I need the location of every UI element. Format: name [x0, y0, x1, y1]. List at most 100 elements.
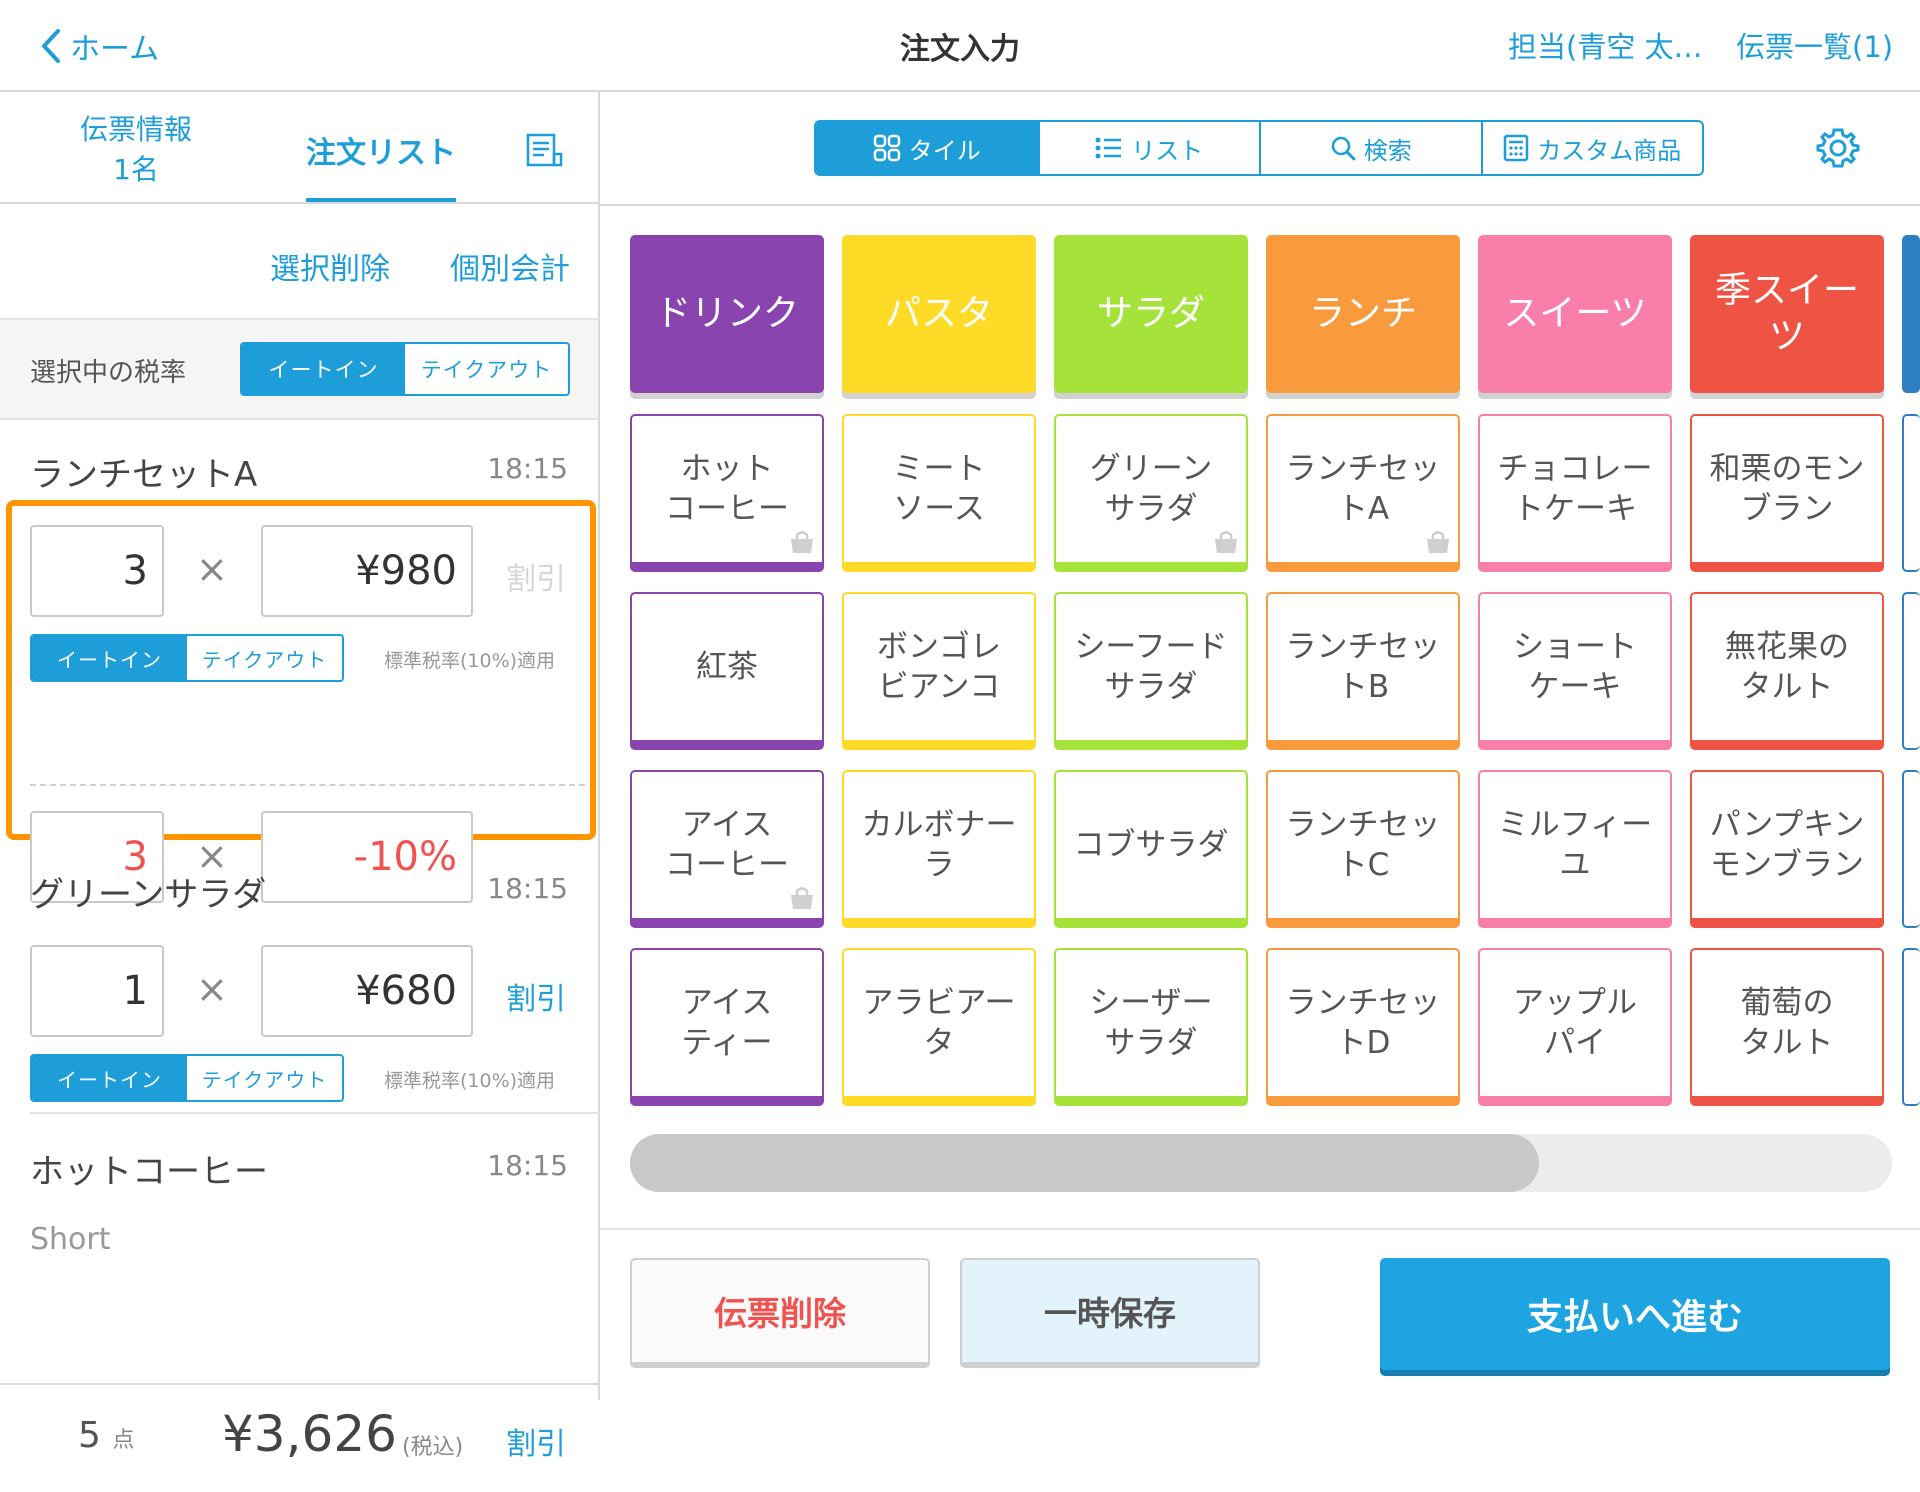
eat-in-option[interactable]: イートイン [32, 636, 187, 680]
category-tile[interactable]: 季スイーツ [1690, 235, 1884, 393]
view-tile-tab[interactable]: タイル [816, 122, 1038, 174]
list-icon [1095, 137, 1122, 159]
product-tile[interactable]: チョコレー トケーキ [1478, 414, 1672, 572]
search-icon [1331, 136, 1356, 161]
proceed-to-payment-button[interactable]: 支払いへ進む [1380, 1258, 1890, 1370]
product-name-line1: ホット [680, 451, 774, 487]
discount-button-disabled: 割引 [506, 562, 566, 597]
category-tile[interactable]: スイーツ [1478, 235, 1672, 393]
product-name-line2: ソース [893, 491, 985, 527]
price-field[interactable]: ¥980 [261, 525, 473, 617]
product-tile[interactable]: 和栗のモン ブラン [1690, 414, 1884, 572]
category-tile-offscreen[interactable] [1902, 948, 1920, 1106]
product-name-line1: 紅茶 [696, 649, 758, 685]
product-name-line2: コーヒー [665, 847, 789, 883]
view-search-tab[interactable]: 検索 [1259, 122, 1481, 174]
discount-value-field[interactable]: -10% [261, 811, 473, 903]
product-tile[interactable]: アラビアータ [842, 948, 1036, 1106]
item-tax-toggle[interactable]: イートイン テイクアウト [30, 1054, 344, 1102]
product-tile[interactable]: ランチセッ トD [1266, 948, 1460, 1106]
item-tax-toggle[interactable]: イートイン テイクアウト [30, 634, 344, 682]
product-tile[interactable]: ランチセッ トB [1266, 592, 1460, 750]
category-tile[interactable]: サラダ [1054, 235, 1248, 393]
category-tile-offscreen[interactable] [1902, 235, 1920, 393]
product-tile[interactable]: アイス コーヒー [630, 770, 824, 928]
order-item-name[interactable]: グリーンサラダ [30, 867, 266, 916]
slip-list-link[interactable]: 伝票一覧(1) [1736, 24, 1893, 66]
category-tile-offscreen[interactable] [1902, 770, 1920, 928]
product-tile[interactable]: シーフード サラダ [1054, 592, 1248, 750]
order-item-name[interactable]: ランチセットA [30, 447, 257, 496]
eat-in-option[interactable]: イートイン [32, 1056, 187, 1100]
order-item-name[interactable]: ホットコーヒー [30, 1144, 268, 1193]
price-field[interactable]: ¥680 [261, 945, 473, 1037]
takeout-option[interactable]: テイクアウト [187, 636, 342, 680]
product-name-line1: アイス [681, 807, 773, 843]
split-payment-button[interactable]: 個別会計 [450, 244, 570, 288]
eat-in-option[interactable]: イートイン [242, 344, 405, 394]
product-tile[interactable]: コブサラダ [1054, 770, 1248, 928]
product-name-line2: サラダ [1104, 1025, 1198, 1061]
category-tile[interactable]: ドリンク [630, 235, 824, 393]
tab-slip-info[interactable]: 伝票情報 1名 [56, 110, 216, 190]
product-tile[interactable]: ランチセッ トC [1266, 770, 1460, 928]
product-tile[interactable]: ボンゴレ ビアンコ [842, 592, 1036, 750]
category-tile[interactable]: ランチ [1266, 235, 1460, 393]
total-discount-button[interactable]: 割引 [506, 1419, 566, 1463]
product-tile[interactable]: アップル パイ [1478, 948, 1672, 1106]
product-tile[interactable]: 無花果の タルト [1690, 592, 1884, 750]
product-tile[interactable]: ホット コーヒー [630, 414, 824, 572]
product-name-line1: ランチセッ [1285, 451, 1441, 487]
product-name-line1: パンプキン [1709, 807, 1865, 843]
product-tile[interactable]: パンプキン モンブラン [1690, 770, 1884, 928]
view-list-tab[interactable]: リスト [1037, 122, 1260, 174]
takeout-bag-icon [1215, 531, 1237, 553]
view-mode-toggle[interactable]: タイル リスト 検索 カスタム商品 [814, 120, 1704, 176]
product-tile[interactable]: グリーン サラダ [1054, 414, 1248, 572]
takeout-option[interactable]: テイクアウト [405, 344, 568, 394]
item-count: 5 点 [78, 1415, 134, 1456]
product-tile[interactable]: ミート ソース [842, 414, 1036, 572]
discount-button[interactable]: 割引 [506, 974, 566, 1018]
gear-icon[interactable] [1816, 126, 1860, 170]
category-tile-offscreen[interactable] [1902, 414, 1920, 572]
quantity-field[interactable]: 3 [30, 525, 164, 617]
order-item-time: 18:15 [487, 452, 568, 485]
tile-scrollbar[interactable] [630, 1134, 1892, 1192]
delete-slip-button[interactable]: 伝票削除 [630, 1258, 930, 1368]
product-name-line1: 無花果の [1725, 629, 1849, 665]
tax-rate-row: 選択中の税率 イートイン テイクアウト [0, 320, 598, 420]
product-tile-label: ミート ソース [893, 449, 986, 529]
takeout-option[interactable]: テイクアウト [187, 1056, 342, 1100]
product-name-line2: トC [1336, 847, 1390, 883]
product-name-line2: サラダ [1104, 669, 1198, 705]
product-tile-label: コブサラダ [1074, 825, 1229, 865]
product-name-line2: パイ [1544, 1025, 1606, 1061]
category-tile[interactable]: パスタ [842, 235, 1036, 393]
order-summary: 5 点 ¥3,626 (税込) 割引 [0, 1383, 598, 1492]
view-custom-tab[interactable]: カスタム商品 [1480, 122, 1703, 174]
quantity-field[interactable]: 1 [30, 945, 164, 1037]
product-tile-label: アラビアータ [862, 983, 1015, 1063]
receipt-icon[interactable] [524, 132, 564, 168]
select-delete-button[interactable]: 選択削除 [270, 244, 390, 288]
hold-button[interactable]: 一時保存 [960, 1258, 1260, 1368]
tax-rate-toggle[interactable]: イートイン テイクアウト [240, 342, 570, 396]
total-amount: ¥3,626 [222, 1405, 397, 1463]
order-item-option: Short [30, 1222, 111, 1257]
staff-selector[interactable]: 担当(青空 太… [1508, 24, 1703, 66]
product-tile[interactable]: 葡萄の タルト [1690, 948, 1884, 1106]
product-tile[interactable]: アイス ティー [630, 948, 824, 1106]
product-tile[interactable]: 紅茶 [630, 592, 824, 750]
product-tile[interactable]: カルボナーラ [842, 770, 1036, 928]
product-tile[interactable]: ミルフィーユ [1478, 770, 1672, 928]
product-tile[interactable]: シーザー サラダ [1054, 948, 1248, 1106]
category-tile-offscreen[interactable] [1902, 592, 1920, 750]
tab-slip-info-label: 伝票情報 [79, 113, 192, 146]
scrollbar-thumb[interactable] [630, 1134, 1539, 1192]
product-tile[interactable]: ショート ケーキ [1478, 592, 1672, 750]
product-name-line2: ティー [681, 1025, 773, 1061]
product-tile-label: アップル パイ [1513, 983, 1637, 1063]
tab-order-list[interactable]: 注文リスト [306, 128, 456, 172]
product-tile[interactable]: ランチセッ トA [1266, 414, 1460, 572]
